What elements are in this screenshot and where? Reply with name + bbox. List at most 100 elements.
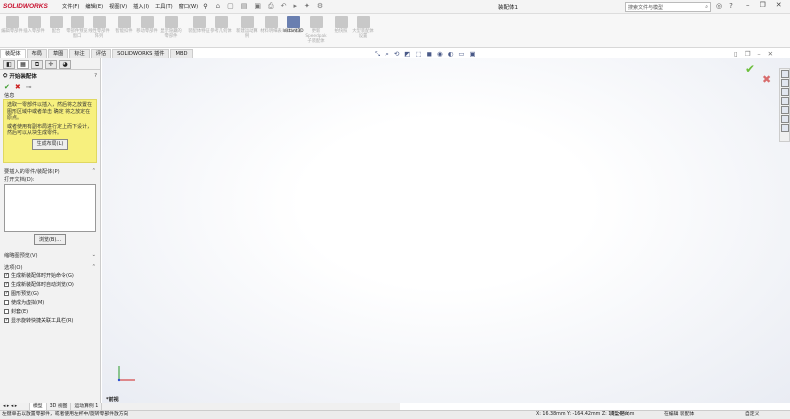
tab-evaluate[interactable]: 评估 [90,49,112,58]
menu-file[interactable]: 文件(F) [61,3,80,10]
command-button-7[interactable]: 显示隐藏的零部件 [160,16,182,39]
checkbox[interactable] [4,309,9,314]
command-button-1[interactable]: 插入零部件 [23,16,45,34]
feature-manager-icon[interactable]: ◧ [3,60,15,69]
option-row[interactable]: ✓ 图形预览(G) [0,289,100,298]
tab-addins[interactable]: SOLIDWORKS 插件 [112,49,170,58]
file-explorer-icon[interactable] [780,88,789,96]
select-icon[interactable]: ▸ [293,2,297,11]
viewport-minimize-icon[interactable]: – [757,50,760,58]
forum-icon[interactable] [780,124,789,132]
appearances-icon[interactable] [780,106,789,114]
view-settings-icon[interactable]: ▣ [470,50,476,59]
restore-icon[interactable]: ❐ [760,1,766,9]
dimxpert-icon[interactable]: ✛ [45,60,57,69]
command-button-11[interactable]: 材料明细表 [260,16,282,34]
menu-edit[interactable]: 编辑(E) [84,3,104,10]
configuration-manager-icon[interactable]: ⧉ [31,60,43,69]
command-button-15[interactable]: 拍快照 [330,16,352,34]
property-manager-icon[interactable]: ▦ [17,60,29,69]
option-row[interactable]: ✓ 显示旋转快捷关联工具栏(R) [0,316,100,325]
tab-sketch[interactable]: 草图 [47,49,69,58]
thumbnail-header[interactable]: 缩略图预览(V) ⌄ [0,251,100,259]
menu-view[interactable]: 视图(V) [108,3,128,10]
options-header[interactable]: 选项(O) ⌃ [0,263,100,271]
viewport-restore-icon[interactable]: ❐ [745,50,751,58]
section-view-icon[interactable]: ◩ [404,50,410,59]
chevron-down-icon[interactable]: ⌄ [92,252,96,258]
help-icon[interactable]: ? [94,73,97,79]
command-button-0[interactable]: 编辑零部件 [1,16,23,34]
options-icon[interactable]: ⚙ [317,2,323,11]
view-orientation-icon[interactable]: ⬚ [415,50,421,59]
chevron-up-icon[interactable]: ⌃ [92,168,96,174]
ok-icon[interactable]: ✔ [4,83,10,91]
checkbox-checked[interactable]: ✓ [4,291,9,296]
parts-header[interactable]: 要插入的零件/装配体(P) ⌃ [0,167,100,175]
tab-scroll-arrows[interactable]: ◂ ▸ ◂ ▸ [0,403,30,410]
tab-motion-study[interactable]: 运动算例 1 [71,403,103,410]
tab-markup[interactable]: 标注 [69,49,90,58]
pin-icon[interactable]: ⚲ [203,3,207,10]
display-style-icon[interactable]: ◼ [427,50,432,59]
chevron-up-icon[interactable]: ⌃ [92,264,96,270]
view-palette-icon[interactable] [780,97,789,105]
command-button-16[interactable]: 大型装配体设置 [352,16,374,39]
checkbox-checked[interactable]: ✓ [4,282,9,287]
option-row[interactable]: 使成为虚拟(M) [0,298,100,307]
close-icon[interactable]: ✕ [776,1,782,9]
design-library-icon[interactable] [780,79,789,87]
print-icon[interactable]: ⎙ [268,2,274,11]
option-row[interactable]: ✓ 生成新装配体时开始命令(G) [0,271,100,280]
cancel-icon[interactable]: ✖ [15,83,21,91]
browse-button[interactable]: 浏览(B)... [33,234,67,245]
option-row[interactable]: 封套(E) [0,307,100,316]
custom-properties-icon[interactable] [780,115,789,123]
open-documents-list[interactable] [4,184,96,232]
command-button-8[interactable]: 装配体特征 [188,16,210,34]
confirm-corner-cancel-icon[interactable]: ✖ [762,73,771,86]
pushpin-icon[interactable]: ⊸ [26,83,32,91]
menu-tools[interactable]: 工具(T) [154,3,174,10]
menu-window[interactable]: 窗口(W) [178,3,200,10]
command-button-5[interactable]: 智能扣件 [113,16,135,34]
confirm-corner-ok-icon[interactable]: ✔ [745,62,755,76]
new-icon[interactable]: ▢ [227,2,234,11]
create-layout-button[interactable]: 生成布局(L) [31,138,69,150]
tab-model[interactable]: 模型 [30,403,47,410]
status-customize[interactable]: 自定义 [745,411,759,419]
solidworks-resources-icon[interactable] [780,70,789,78]
tab-mbd[interactable]: MBD [170,49,193,58]
search-input[interactable]: 搜索文件与模型 ⌕ [625,2,711,12]
command-button-14[interactable]: 更新Speedpak子装配体 [305,16,327,44]
zoom-area-icon[interactable]: ⌕ [385,50,389,59]
search-icon[interactable]: ⌕ [705,4,708,10]
tab-assembly[interactable]: 装配体 [0,49,26,58]
user-icon[interactable]: ◎ [716,2,722,10]
zoom-fit-icon[interactable]: ⤡ [375,50,380,59]
help-icon[interactable]: ? [729,2,733,10]
home-icon[interactable]: ⌂ [216,2,220,11]
save-icon[interactable]: ▣ [254,2,261,11]
command-button-4[interactable]: 线性零部件阵列 [88,16,110,39]
tab-3d-views[interactable]: 3D 视图 [47,403,72,410]
hide-show-icon[interactable]: ◉ [437,50,443,59]
open-icon[interactable]: ▤ [241,2,248,11]
viewport-split-icon[interactable]: ▯ [734,50,738,58]
checkbox-checked[interactable]: ✓ [4,273,9,278]
viewport-close-icon[interactable]: ✕ [768,50,773,58]
previous-view-icon[interactable]: ⟲ [394,50,399,59]
command-button-3[interactable]: 零部件预览窗口 [66,16,88,39]
tab-layout[interactable]: 布局 [26,49,47,58]
rebuild-icon[interactable]: ✦ [304,2,310,11]
menu-insert[interactable]: 插入(I) [132,3,150,10]
minimize-icon[interactable]: – [746,1,750,9]
display-manager-icon[interactable]: ◕ [59,60,71,69]
scene-icon[interactable]: ▭ [458,50,464,59]
checkbox[interactable] [4,300,9,305]
graphics-area[interactable]: *前视 [102,58,790,403]
command-button-9[interactable]: 参考几何体 [210,16,232,34]
undo-icon[interactable]: ↶ [281,2,287,11]
command-button-2[interactable]: 配合 [45,16,67,34]
command-button-10[interactable]: 新建运动算例 [236,16,258,39]
